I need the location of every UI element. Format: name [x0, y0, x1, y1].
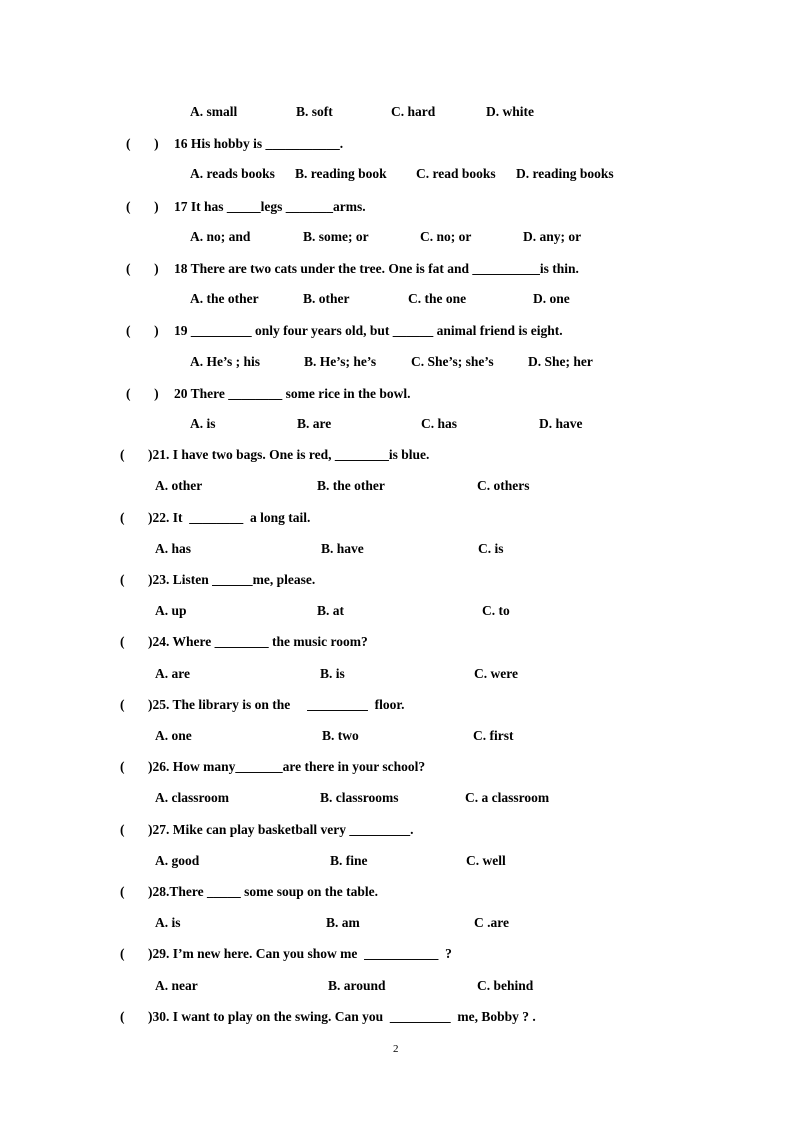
option: C. first	[473, 728, 514, 743]
option: B. have	[321, 541, 364, 556]
answer-paren[interactable]: (	[120, 946, 125, 962]
question-stem: )25. The library is on the _________ flo…	[148, 697, 405, 712]
option: B. soft	[296, 104, 333, 119]
option: C. were	[474, 666, 518, 681]
option: B. fine	[330, 853, 368, 868]
option: C. She’s; she’s	[411, 354, 494, 369]
option: B. the other	[317, 478, 385, 493]
question-stem: 18 There are two cats under the tree. On…	[174, 261, 579, 276]
question-stem: 16 His hobby is ___________.	[174, 136, 344, 151]
option: C. to	[482, 603, 510, 618]
question-stem: )30. I want to play on the swing. Can yo…	[148, 1009, 536, 1024]
option: C. behind	[477, 978, 534, 993]
option: A. is	[155, 915, 181, 930]
option: D. have	[539, 416, 583, 431]
option: C. others	[477, 478, 530, 493]
answer-paren[interactable]: (	[120, 447, 125, 463]
question-stem: )27. Mike can play basketball very _____…	[148, 822, 414, 837]
question-stem: 17 It has _____legs _______arms.	[174, 199, 366, 214]
option: D. white	[486, 104, 534, 119]
question-stem: )29. I’m new here. Can you show me _____…	[148, 946, 452, 961]
answer-paren[interactable]: (	[120, 884, 125, 900]
answer-paren[interactable]: ( )	[126, 386, 159, 402]
answer-paren[interactable]: ( )	[126, 323, 159, 339]
answer-paren[interactable]: (	[120, 634, 125, 650]
option: A. He’s ; his	[190, 354, 260, 369]
option: D. She; her	[528, 354, 593, 369]
option: D. any; or	[523, 229, 582, 244]
option: B. at	[317, 603, 344, 618]
answer-paren[interactable]: (	[120, 510, 125, 526]
option: B. He’s; he’s	[304, 354, 377, 369]
option: D. reading books	[516, 166, 614, 181]
option: A. the other	[190, 291, 259, 306]
option: B. reading book	[295, 166, 387, 181]
option: C. no; or	[420, 229, 472, 244]
option: B. some; or	[303, 229, 369, 244]
option: B. other	[303, 291, 350, 306]
option: A. no; and	[190, 229, 251, 244]
option: A. other	[155, 478, 203, 493]
option: C. the one	[408, 291, 467, 306]
question-stem: 19 _________ only four years old, but __…	[174, 323, 563, 338]
option: A. is	[190, 416, 216, 431]
option: C. is	[478, 541, 504, 556]
option: D. one	[533, 291, 570, 306]
option: A. reads books	[190, 166, 275, 181]
question-stem: )26. How many_______are there in your sc…	[148, 759, 426, 774]
answer-paren[interactable]: (	[120, 1009, 125, 1025]
answer-paren[interactable]: ( )	[126, 199, 159, 215]
option: C. well	[466, 853, 506, 868]
option: C. has	[421, 416, 458, 431]
option: C. read books	[416, 166, 496, 181]
answer-paren[interactable]: (	[120, 759, 125, 775]
option: C .are	[474, 915, 509, 930]
option: A. small	[190, 104, 238, 119]
option: A. has	[155, 541, 192, 556]
question-stem: )21. I have two bags. One is red, ______…	[148, 447, 430, 462]
option: B. are	[297, 416, 332, 431]
option: B. around	[328, 978, 386, 993]
option: B. am	[326, 915, 360, 930]
option: C. a classroom	[465, 790, 550, 805]
option: B. two	[322, 728, 359, 743]
answer-paren[interactable]: (	[120, 822, 125, 838]
option: A. up	[155, 603, 187, 618]
question-stem: 20 There ________ some rice in the bowl.	[174, 386, 411, 401]
answer-paren[interactable]: ( )	[126, 136, 159, 152]
option: A. are	[155, 666, 190, 681]
question-stem: )24. Where ________ the music room?	[148, 634, 368, 649]
question-stem: )22. It ________ a long tail.	[148, 510, 311, 525]
option: A. one	[155, 728, 192, 743]
answer-paren[interactable]: (	[120, 572, 125, 588]
question-stem: )23. Listen ______me, please.	[148, 572, 316, 587]
answer-paren[interactable]: ( )	[126, 261, 159, 277]
option: C. hard	[391, 104, 436, 119]
option: A. good	[155, 853, 200, 868]
option: B. classrooms	[320, 790, 399, 805]
question-stem: )28.There _____ some soup on the table.	[148, 884, 379, 899]
option: A. classroom	[155, 790, 229, 805]
answer-paren[interactable]: (	[120, 697, 125, 713]
option: B. is	[320, 666, 345, 681]
option: A. near	[155, 978, 198, 993]
page-number: 2	[393, 1043, 399, 1055]
